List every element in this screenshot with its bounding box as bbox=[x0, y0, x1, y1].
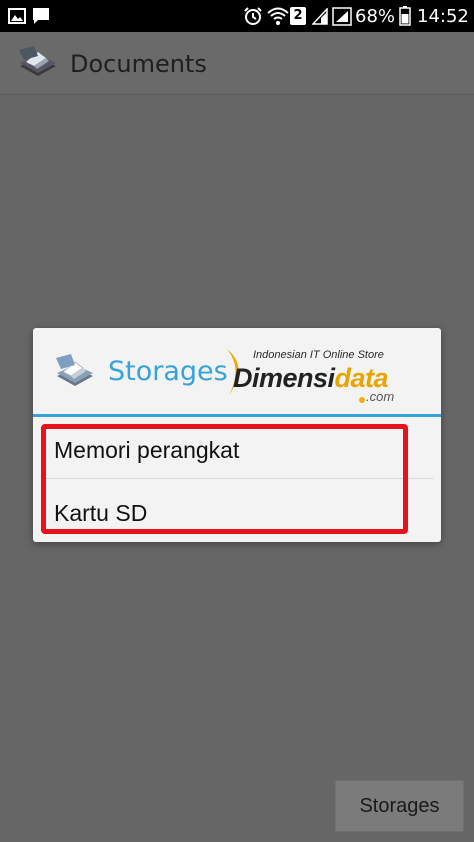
watermark-dot-icon bbox=[359, 397, 365, 403]
app-bar: Documents bbox=[0, 32, 474, 95]
alarm-icon bbox=[243, 6, 263, 31]
storages-button-label: Storages bbox=[359, 795, 440, 817]
watermark-name-dark: Dimensi bbox=[233, 363, 335, 393]
signal-weak-icon bbox=[311, 7, 328, 30]
clock: 14:52 bbox=[417, 6, 469, 27]
watermark-tld: .com bbox=[366, 389, 395, 404]
dialog-header: Storages Indonesian IT Online Store Dime… bbox=[33, 328, 441, 414]
gallery-notification-icon bbox=[8, 8, 26, 29]
status-bar: 2 68% 14:52 bbox=[0, 0, 474, 32]
wifi-icon bbox=[267, 6, 289, 31]
dialog-title: Storages bbox=[108, 356, 228, 387]
option-label: Memori perangkat bbox=[54, 437, 240, 463]
option-divider bbox=[41, 478, 433, 479]
battery-percentage: 68% bbox=[355, 6, 396, 27]
dialog-title-divider bbox=[33, 414, 441, 417]
sim-slot-number: 2 bbox=[293, 8, 303, 23]
message-notification-icon bbox=[32, 7, 50, 30]
watermark-logo: Indonesian IT Online Store Dimensidata .… bbox=[223, 345, 423, 407]
app-title: Documents bbox=[70, 50, 207, 78]
battery-icon bbox=[399, 6, 411, 31]
app-logo-icon[interactable] bbox=[16, 42, 60, 87]
signal-icon bbox=[332, 7, 352, 31]
option-sd-card[interactable]: Kartu SD bbox=[33, 482, 441, 544]
watermark-tagline: Indonesian IT Online Store bbox=[253, 349, 384, 361]
watermark-name: Dimensidata bbox=[233, 363, 389, 394]
option-device-memory[interactable]: Memori perangkat bbox=[33, 419, 441, 481]
option-label: Kartu SD bbox=[54, 500, 148, 526]
storages-button[interactable]: Storages bbox=[335, 780, 464, 832]
storage-picker-dialog: Storages Indonesian IT Online Store Dime… bbox=[33, 328, 441, 542]
storage-app-icon bbox=[53, 350, 97, 397]
sim-slot-badge: 2 bbox=[290, 7, 306, 25]
